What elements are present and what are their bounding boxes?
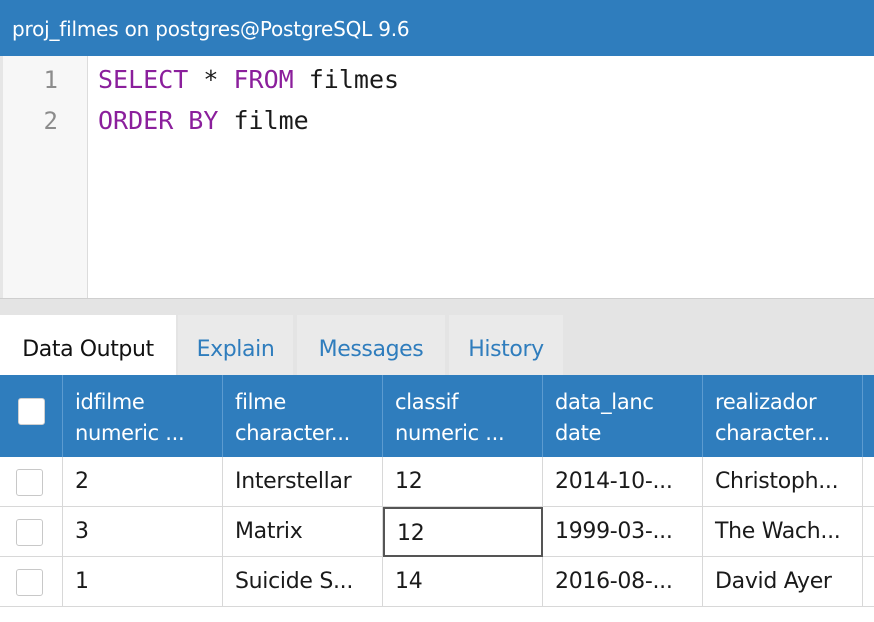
- column-header-idfilme[interactable]: idfilme numeric ...: [63, 375, 223, 457]
- data-grid: idfilme numeric ... filme character... cla…: [0, 375, 874, 622]
- select-all-checkbox[interactable]: [18, 398, 45, 425]
- results-panel: Data Output Explain Messages History idf…: [0, 298, 874, 622]
- cell-overflow: [863, 457, 874, 507]
- sql-text: *: [188, 65, 234, 94]
- cell-data-lanc[interactable]: 2014-10-...: [543, 457, 703, 507]
- table-row: 1 Suicide S... 14 2016-08-... David Ayer: [0, 557, 874, 607]
- cell-classif-selected[interactable]: 12: [383, 507, 543, 557]
- window-title: proj_filmes on postgres@PostgreSQL 9.6: [0, 0, 874, 56]
- cell-realizador[interactable]: The Wach...: [703, 507, 863, 557]
- column-name: data_lanc: [555, 390, 654, 414]
- tab-explain[interactable]: Explain: [178, 315, 293, 375]
- column-name: realizador: [715, 390, 817, 414]
- column-type: character...: [715, 421, 831, 445]
- row-select-cell: [0, 457, 63, 507]
- cell-idfilme[interactable]: 2: [63, 457, 223, 507]
- cell-overflow: [863, 557, 874, 607]
- code-line[interactable]: ORDER BY filme: [98, 106, 309, 135]
- column-type: numeric ...: [395, 421, 505, 445]
- column-name: idfilme: [75, 390, 145, 414]
- cell-filme[interactable]: Suicide S...: [223, 557, 383, 607]
- table-row: 2 Interstellar 12 2014-10-... Christoph.…: [0, 457, 874, 507]
- select-all-cell: [0, 375, 63, 457]
- column-header-classif[interactable]: classif numeric ...: [383, 375, 543, 457]
- column-type: character...: [235, 421, 351, 445]
- code-line[interactable]: SELECT * FROM filmes: [98, 65, 399, 94]
- table-row: 3 Matrix 12 1999-03-... The Wach...: [0, 507, 874, 557]
- sql-text: filme: [218, 106, 309, 135]
- tab-history[interactable]: History: [449, 315, 563, 375]
- cell-idfilme[interactable]: 1: [63, 557, 223, 607]
- sql-keyword: SELECT: [98, 65, 189, 94]
- line-number: 2: [43, 107, 58, 135]
- column-header-overflow: [863, 375, 874, 457]
- sql-text: filmes: [293, 65, 400, 94]
- cell-classif[interactable]: 12: [383, 457, 543, 507]
- line-number-gutter: 1 2: [3, 56, 88, 298]
- column-header-data-lanc[interactable]: data_lancdate: [543, 375, 703, 457]
- column-type: date: [555, 421, 602, 445]
- cell-realizador[interactable]: Christoph...: [703, 457, 863, 507]
- column-type: numeric ...: [75, 421, 185, 445]
- cell-idfilme[interactable]: 3: [63, 507, 223, 557]
- column-header-filme[interactable]: filme character...: [223, 375, 383, 457]
- results-tabs: Data Output Explain Messages History: [0, 315, 874, 375]
- cell-realizador[interactable]: David Ayer: [703, 557, 863, 607]
- column-name: classif: [395, 390, 459, 414]
- tab-data-output[interactable]: Data Output: [0, 315, 176, 375]
- row-checkbox[interactable]: [16, 519, 43, 546]
- sql-keyword: FROM: [233, 65, 294, 94]
- column-header-realizador[interactable]: realizador character...: [703, 375, 863, 457]
- tab-messages[interactable]: Messages: [297, 315, 445, 375]
- cell-data-lanc[interactable]: 1999-03-...: [543, 507, 703, 557]
- row-select-cell: [0, 557, 63, 607]
- cell-data-lanc[interactable]: 2016-08-...: [543, 557, 703, 607]
- row-checkbox[interactable]: [16, 469, 43, 496]
- sql-editor[interactable]: 1 2 SELECT * FROM filmes ORDER BY filme: [0, 56, 874, 298]
- cell-classif[interactable]: 14: [383, 557, 543, 607]
- cell-filme[interactable]: Interstellar: [223, 457, 383, 507]
- cell-filme[interactable]: Matrix: [223, 507, 383, 557]
- cell-overflow: [863, 507, 874, 557]
- line-number: 1: [43, 66, 58, 94]
- row-select-cell: [0, 507, 63, 557]
- grid-header-row: idfilme numeric ... filme character... cla…: [0, 375, 874, 457]
- row-checkbox[interactable]: [16, 569, 43, 596]
- column-name: filme: [235, 390, 286, 414]
- sql-keyword: ORDER BY: [98, 106, 219, 135]
